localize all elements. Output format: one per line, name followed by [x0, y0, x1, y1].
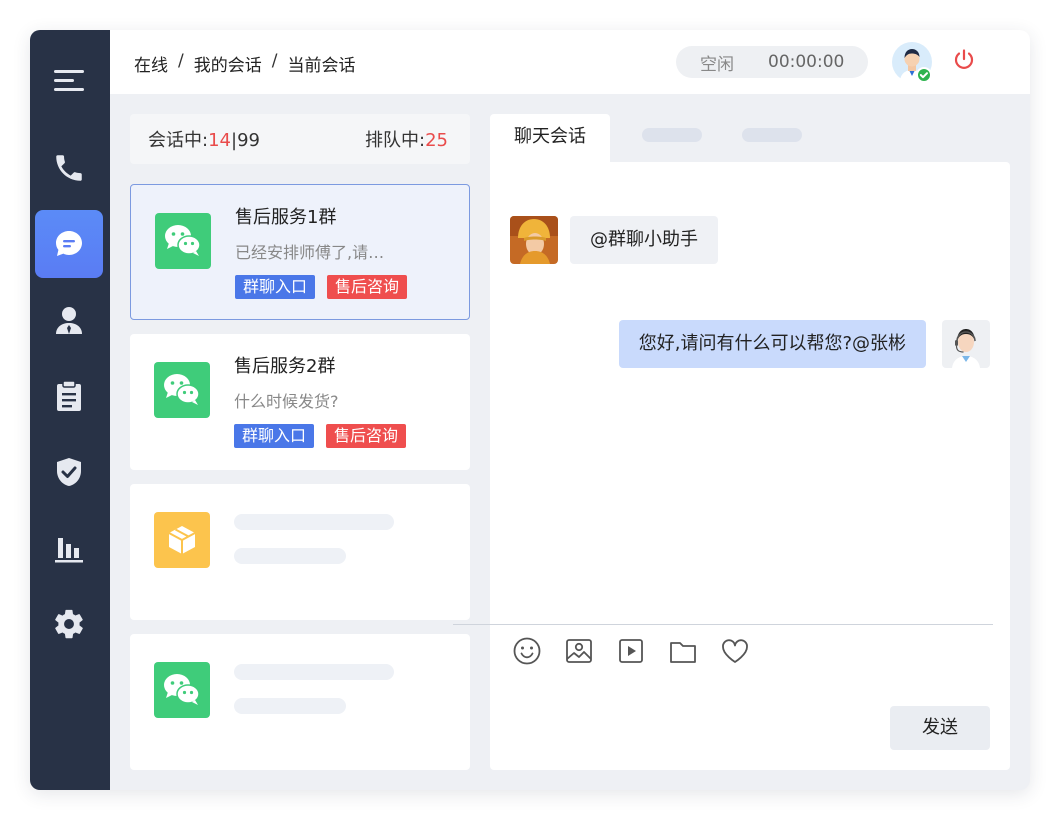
file-button[interactable] [668, 636, 700, 668]
wechat-icon [154, 662, 210, 718]
sidebar-item-settings[interactable] [35, 590, 103, 658]
video-icon [619, 639, 643, 663]
gear-icon [55, 609, 83, 639]
send-button[interactable]: 发送 [890, 706, 990, 750]
sidebar-item-reports[interactable] [35, 514, 103, 582]
header: 在线 / 我的会话 / 当前会话 空闲 00:00:00 [110, 30, 1030, 94]
tag-after-sales: 售后咨询 [326, 424, 407, 448]
session-preview: 已经安排师傅了,请… [235, 243, 385, 262]
breadcrumb: 在线 / 我的会话 / 当前会话 [134, 51, 355, 76]
session-card-placeholder[interactable] [130, 634, 470, 770]
agent-status-toggle[interactable]: 空闲 [700, 50, 734, 75]
heart-icon [722, 639, 748, 663]
wechat-icon [154, 362, 210, 418]
logout-button[interactable] [952, 48, 976, 76]
chat-bubble-icon [56, 231, 82, 256]
favorite-button[interactable] [720, 636, 752, 668]
tag-group-entry: 群聊入口 [234, 424, 315, 448]
image-button[interactable] [564, 636, 596, 668]
preview-placeholder [234, 548, 346, 564]
session-stats-bar: 会话中:14|99 排队中:25 [130, 114, 470, 164]
tag-after-sales: 售后咨询 [327, 275, 408, 299]
in-session-count: 14 [208, 130, 231, 151]
agent-message-avatar[interactable] [942, 320, 990, 368]
breadcrumb-item-current-session: 当前会话 [287, 56, 356, 76]
tab-placeholder[interactable] [742, 128, 802, 142]
chat-panel: @群聊小助手 您好,请问有什么可以帮您?@张彬 [490, 162, 1010, 770]
phone-icon [56, 155, 82, 181]
sidebar-item-security[interactable] [35, 438, 103, 506]
session-title: 售后服务2群 [234, 356, 336, 377]
tab-chat-session[interactable]: 聊天会话 [490, 114, 610, 162]
package-box-icon [154, 512, 210, 568]
session-title: 售后服务1群 [235, 207, 337, 228]
sidebar-item-chat[interactable] [35, 210, 103, 278]
image-icon [566, 639, 592, 663]
session-preview: 什么时候发货? [234, 392, 339, 411]
bar-chart-icon [55, 538, 83, 563]
sidebar-item-records[interactable] [35, 362, 103, 430]
session-card[interactable]: 售后服务2群 什么时候发货? 群聊入口 售后咨询 [130, 334, 470, 470]
title-placeholder [234, 514, 394, 530]
video-button[interactable] [616, 636, 648, 668]
queue-label: 排队中: [365, 130, 426, 151]
in-session-stat: 会话中:14|99 [148, 126, 260, 152]
agent-headset-avatar-icon [942, 320, 990, 368]
sidebar-item-phone[interactable] [35, 134, 103, 202]
message-bubble-incoming: @群聊小助手 [570, 216, 718, 264]
session-card-placeholder[interactable] [130, 484, 470, 620]
agent-avatar-icon [892, 42, 932, 83]
wechat-icon [155, 213, 211, 269]
clipboard-icon [57, 380, 81, 411]
sidebar-item-contacts[interactable] [35, 286, 103, 354]
composer-divider [453, 624, 993, 625]
breadcrumb-item-my-sessions[interactable]: 我的会话 [194, 51, 262, 76]
in-session-label: 会话中: [148, 130, 209, 151]
preview-placeholder [234, 698, 346, 714]
sidebar [30, 30, 110, 790]
app-window: 在线 / 我的会话 / 当前会话 空闲 00:00:00 会话中:14|99 排… [30, 30, 1030, 790]
title-placeholder [234, 664, 394, 680]
customer-avatar-icon [510, 216, 558, 264]
tag-group-entry: 群聊入口 [235, 275, 316, 299]
menu-button[interactable] [35, 46, 103, 114]
session-card[interactable]: 售后服务1群 已经安排师傅了,请… 群聊入口 售后咨询 [130, 184, 470, 320]
breadcrumb-separator: / [271, 51, 278, 71]
tab-placeholder[interactable] [642, 128, 702, 142]
emoji-icon [513, 637, 541, 665]
composer-toolbar [512, 636, 812, 668]
user-icon [56, 307, 82, 334]
agent-status-pill: 空闲 00:00:00 [676, 46, 868, 78]
emoji-button[interactable] [512, 636, 544, 668]
breadcrumb-separator: / [178, 51, 184, 71]
queue-stat: 排队中:25 [365, 126, 448, 152]
customer-avatar[interactable] [510, 216, 558, 264]
in-session-total: 99 [237, 130, 260, 151]
queue-count: 25 [425, 130, 448, 151]
menu-icon [54, 70, 84, 91]
status-timer: 00:00:00 [768, 52, 845, 72]
power-icon [954, 49, 974, 69]
breadcrumb-item-online[interactable]: 在线 [134, 51, 168, 76]
agent-avatar[interactable] [892, 42, 932, 83]
folder-icon [670, 642, 696, 663]
message-bubble-outgoing: 您好,请问有什么可以帮您?@张彬 [618, 320, 926, 368]
shield-check-icon [57, 458, 81, 486]
